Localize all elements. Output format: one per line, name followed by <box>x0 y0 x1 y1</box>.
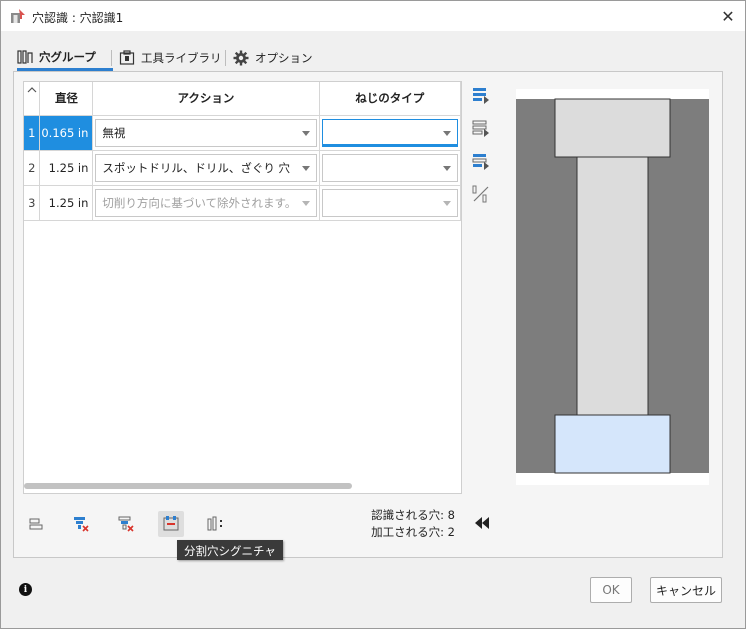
tab-tool-library-label: 工具ライブラリ <box>141 51 222 65</box>
ok-button[interactable]: OK <box>590 577 632 603</box>
split-hole-signature-button[interactable] <box>158 511 184 537</box>
hole-recognition-dialog: 穴認識 : 穴認識1 ✕ 穴グループ 工具ライブラリ オプション 直径 アクショ… <box>0 0 746 629</box>
dropdown-arrow-icon <box>301 165 310 171</box>
tab-divider <box>111 50 112 66</box>
thread-type-cell <box>319 185 462 221</box>
tab-options-label: オプション <box>255 51 313 65</box>
tool-library-icon <box>119 50 135 65</box>
window-title: 穴認識 : 穴認識1 <box>32 11 124 25</box>
horizontal-scrollbar[interactable] <box>24 483 352 489</box>
dropdown-arrow-icon <box>301 200 310 206</box>
tab-options[interactable]: オプション <box>233 45 313 71</box>
tab-hole-group-label: 穴グループ <box>39 49 96 64</box>
remove-hole-button[interactable] <box>113 511 139 537</box>
expand-all-icon[interactable] <box>471 85 491 105</box>
hole-preview-graphic <box>516 89 709 485</box>
machined-holes-count: 加工される穴: 2 <box>371 525 455 539</box>
hole-statistics-icon <box>207 516 222 531</box>
hole-group-table: 直径 アクション ねじのタイプ 1 0.165 in 無視 2 1.25 in … <box>23 81 462 494</box>
bottom-toolbar <box>23 511 243 539</box>
table-row[interactable]: 2 1.25 in スポットドリル、ドリル、ざぐり 穴 <box>24 150 462 186</box>
hole-statistics-button[interactable] <box>203 511 229 537</box>
action-dropdown[interactable]: スポットドリル、ドリル、ざぐり 穴 <box>95 153 317 182</box>
move-group-icon[interactable] <box>471 118 491 138</box>
row-number: 3 <box>24 185 41 221</box>
dropdown-arrow-icon <box>301 130 310 136</box>
column-header-thread-type[interactable]: ねじのタイプ <box>319 82 462 116</box>
thread-type-dropdown[interactable] <box>321 118 458 147</box>
title-bar: 穴認識 : 穴認識1 ✕ <box>1 1 745 31</box>
info-icon[interactable]: i <box>19 583 32 596</box>
dropdown-arrow-icon <box>443 165 451 171</box>
action-dropdown: 切削り方向に基づいて除外されます。 <box>95 188 317 217</box>
column-header-diameter[interactable]: 直径 <box>39 82 94 116</box>
delete-group-icon <box>74 517 89 532</box>
column-header-action[interactable]: アクション <box>92 82 320 116</box>
tab-divider <box>225 50 226 66</box>
group-settings-icon[interactable] <box>471 151 491 171</box>
split-hole-signature-icon <box>163 516 179 531</box>
sort-column-header[interactable] <box>24 82 41 116</box>
action-value: スポットドリル、ドリル、ざぐり 穴 <box>102 160 291 175</box>
gear-icon <box>233 50 249 66</box>
thread-type-cell <box>319 150 462 186</box>
table-row[interactable]: 3 1.25 in 切削り方向に基づいて除外されます。 <box>24 185 462 221</box>
action-cell: 無視 <box>92 115 320 151</box>
cancel-button[interactable]: キャンセル <box>650 577 722 603</box>
dropdown-arrow-icon <box>443 130 451 136</box>
dropdown-arrow-icon <box>443 200 451 206</box>
action-cell: スポットドリル、ドリル、ざぐり 穴 <box>92 150 320 186</box>
tab-bar: 穴グループ 工具ライブラリ オプション <box>13 45 723 71</box>
merge-groups-icon <box>29 518 43 530</box>
diameter-cell: 0.165 in <box>39 115 94 151</box>
hole-recognition-app-icon <box>11 9 25 23</box>
close-icon[interactable]: ✕ <box>717 5 739 27</box>
table-row[interactable]: 1 0.165 in 無視 <box>24 115 462 151</box>
diameter-cell: 1.25 in <box>39 150 94 186</box>
chevron-up-icon <box>27 87 37 93</box>
hole-group-icon <box>17 49 33 64</box>
thread-type-cell <box>319 115 462 151</box>
action-value: 切削り方向に基づいて除外されます。 <box>102 195 297 210</box>
table-header-row: 直径 アクション ねじのタイプ <box>24 82 462 116</box>
thread-type-dropdown <box>321 188 458 217</box>
collapse-preview-icon[interactable] <box>473 516 491 530</box>
thread-type-dropdown[interactable] <box>321 153 458 182</box>
tab-tool-library[interactable]: 工具ライブラリ <box>119 45 222 71</box>
action-value: 無視 <box>102 125 126 140</box>
remove-hole-icon <box>118 516 134 532</box>
row-number: 2 <box>24 150 41 186</box>
tab-hole-group[interactable]: 穴グループ <box>17 45 113 71</box>
tooltip: 分割穴シグニチャ <box>177 540 283 560</box>
diameter-cell: 1.25 in <box>39 185 94 221</box>
delete-group-button[interactable] <box>68 511 94 537</box>
action-cell: 切削り方向に基づいて除外されます。 <box>92 185 320 221</box>
action-dropdown[interactable]: 無視 <box>95 118 317 147</box>
split-group-icon[interactable] <box>471 184 491 204</box>
hole-counts: 認識される穴: 8 加工される穴: 2 <box>341 507 455 541</box>
merge-groups-button[interactable] <box>23 511 49 537</box>
recognized-holes-count: 認識される穴: 8 <box>371 508 455 522</box>
row-number: 1 <box>24 115 41 151</box>
